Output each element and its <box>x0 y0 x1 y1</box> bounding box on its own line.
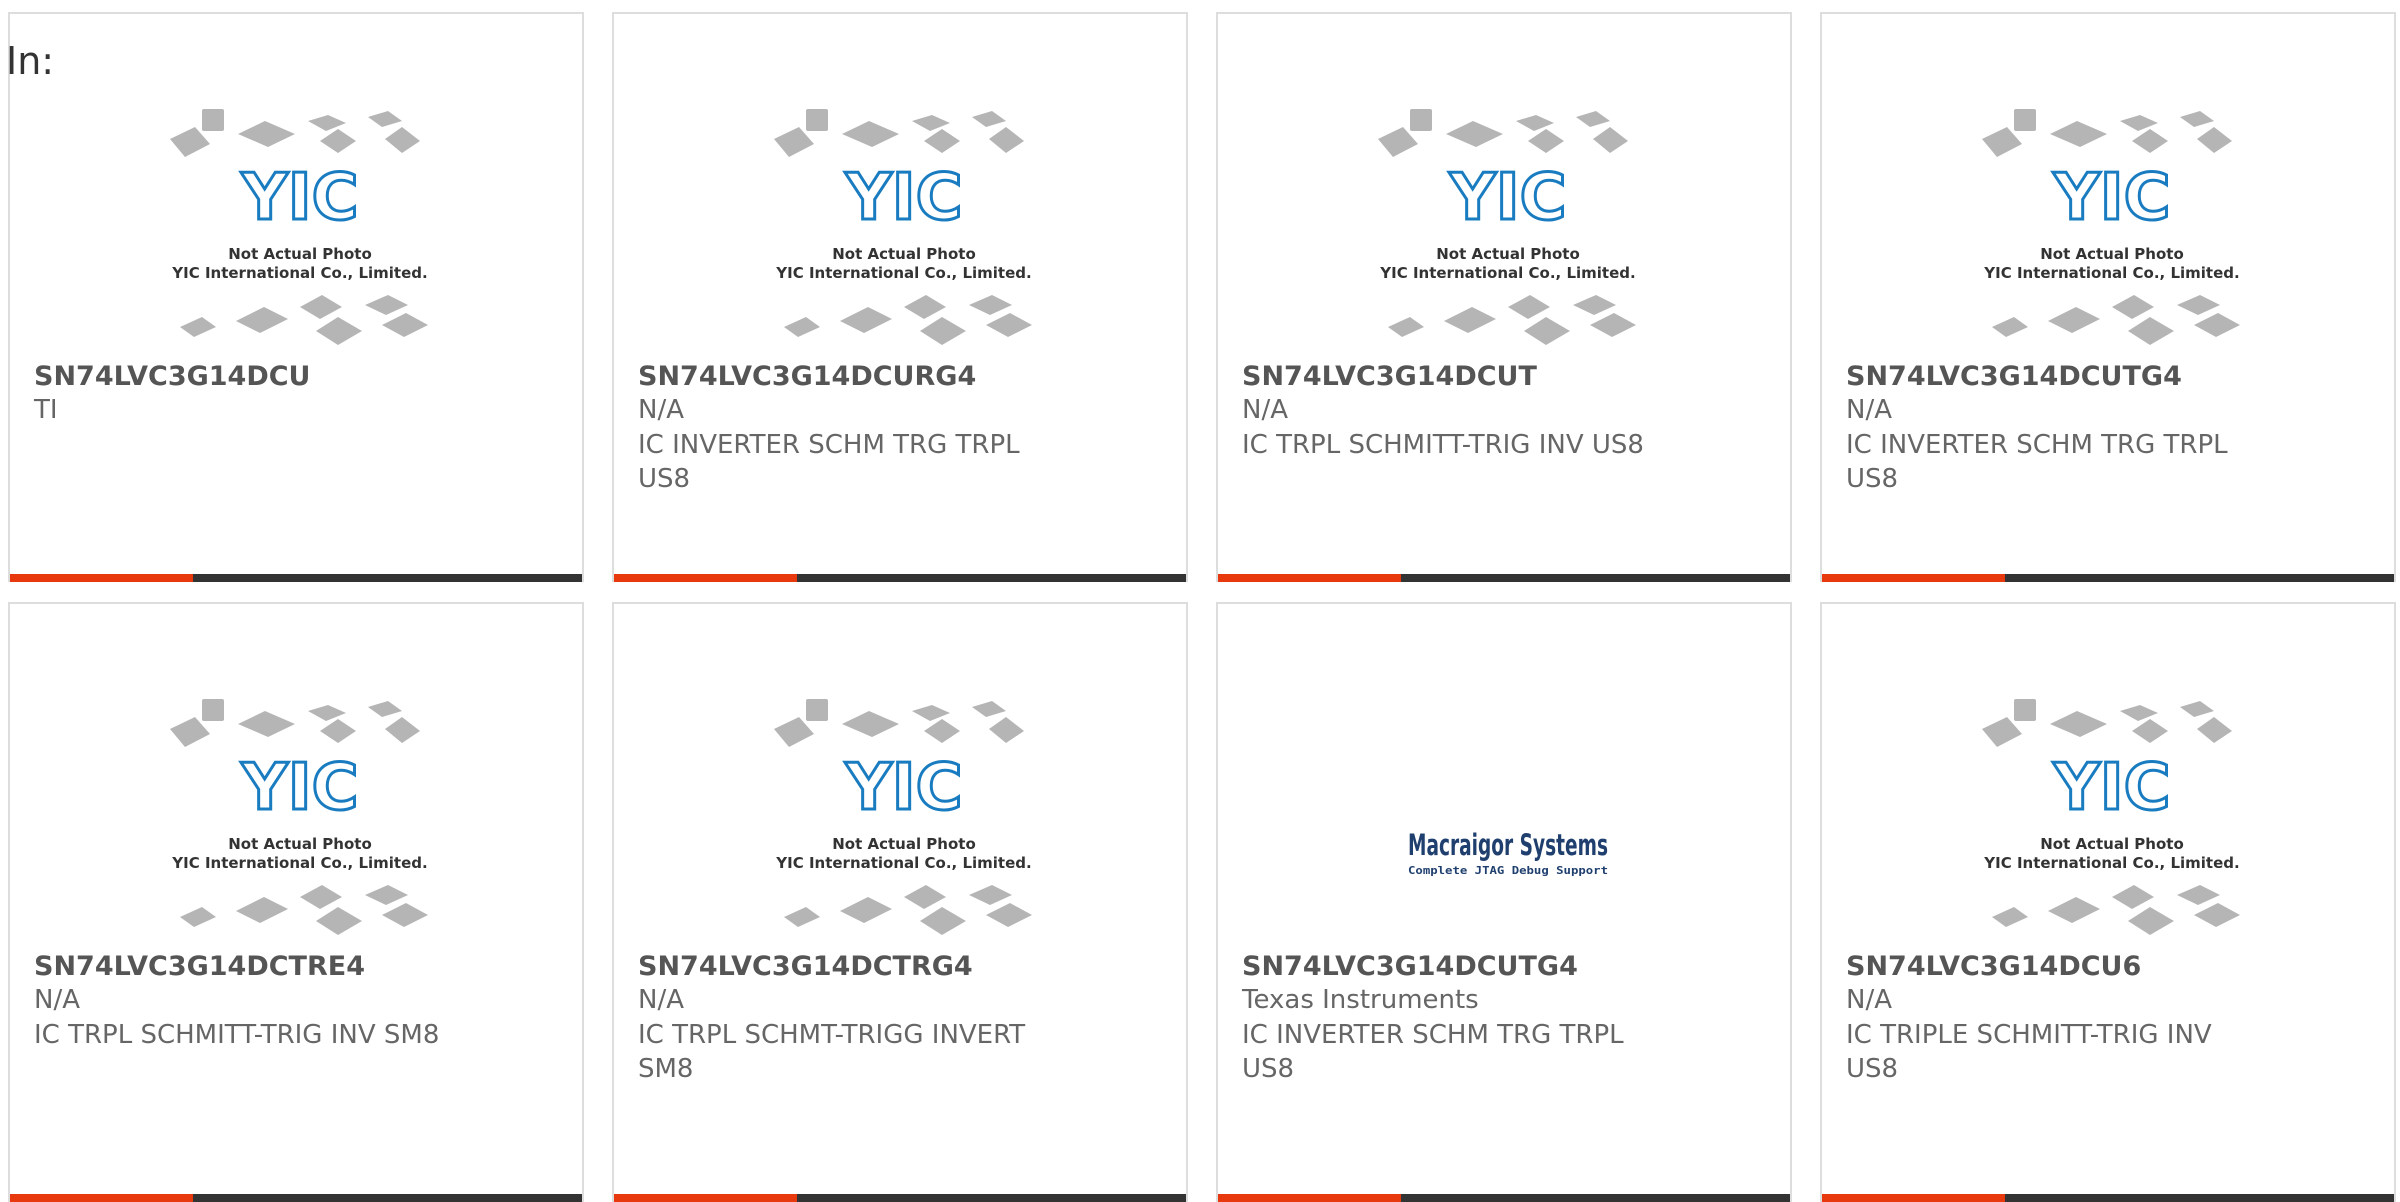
manufacturer: N/A <box>1242 395 1288 425</box>
manufacturer: N/A <box>34 985 80 1015</box>
manufacturer: N/A <box>638 395 684 425</box>
product-card[interactable]: YIC Not Actual Photo YIC International C… <box>8 12 584 582</box>
part-number[interactable]: SN74LVC3G14DCUTG4 <box>1846 359 2182 394</box>
card-bottom-bar <box>10 1194 582 1202</box>
yic-logo-text: YIC <box>2052 751 2170 825</box>
yic-logo-text: YIC <box>844 161 962 235</box>
card-bottom-bar <box>1218 1194 1790 1202</box>
product-image-yic-placeholder[interactable]: YIC Not Actual Photo YIC International C… <box>1358 99 1658 364</box>
description: IC INVERTER SCHM TRG TRPL US8 <box>1846 430 2228 494</box>
yic-logo-text: YIC <box>844 751 962 825</box>
yic-logo-text: YIC <box>1448 161 1566 235</box>
part-number[interactable]: SN74LVC3G14DCU <box>34 359 311 394</box>
description: IC TRIPLE SCHMITT-TRIG INV US8 <box>1846 1020 2212 1084</box>
product-image-macraigor-logo[interactable]: Macraigor Systems Complete JTAG Debug Su… <box>1358 689 1658 954</box>
card-bottom-bar <box>10 574 582 582</box>
manufacturer: N/A <box>1846 985 1892 1015</box>
caption-line2: YIC International Co., Limited. <box>1379 264 1635 282</box>
card-accent-bar <box>1218 1194 1401 1202</box>
description: IC TRPL SCHMITT-TRIG INV US8 <box>1242 430 1644 460</box>
caption-line2: YIC International Co., Limited. <box>775 264 1031 282</box>
description: IC INVERTER SCHM TRG TRPL US8 <box>1242 1020 1624 1084</box>
part-number[interactable]: SN74LVC3G14DCUT <box>1242 359 1537 394</box>
product-image-yic-placeholder[interactable]: YIC Not Actual Photo YIC International C… <box>150 99 450 364</box>
description: IC TRPL SCHMITT-TRIG INV SM8 <box>34 1020 440 1050</box>
card-accent-bar <box>1822 1194 2005 1202</box>
macraigor-logo-text: Macraigor Systems <box>1408 828 1608 862</box>
caption-line1: Not Actual Photo <box>228 245 372 263</box>
card-bottom-bar <box>1822 574 2394 582</box>
caption-line1: Not Actual Photo <box>832 245 976 263</box>
product-card[interactable]: YIC Not Actual Photo YIC International C… <box>1820 602 2396 1202</box>
caption-line1: Not Actual Photo <box>2040 245 2184 263</box>
card-accent-bar <box>1822 574 2005 582</box>
part-number[interactable]: SN74LVC3G14DCURG4 <box>638 359 976 394</box>
caption-line1: Not Actual Photo <box>832 835 976 853</box>
product-image-yic-placeholder[interactable]: YIC Not Actual Photo YIC International C… <box>754 99 1054 364</box>
description: IC TRPL SCHMT-TRIGG INVERT SM8 <box>638 1020 1026 1084</box>
caption-line2: YIC International Co., Limited. <box>775 854 1031 872</box>
part-number[interactable]: SN74LVC3G14DCTRE4 <box>34 949 365 984</box>
yic-logo-text: YIC <box>2052 161 2170 235</box>
product-image-yic-placeholder[interactable]: YIC Not Actual Photo YIC International C… <box>1962 689 2262 954</box>
product-card[interactable]: YIC Not Actual Photo YIC International C… <box>8 602 584 1202</box>
caption-line2: YIC International Co., Limited. <box>1983 264 2239 282</box>
caption-line2: YIC International Co., Limited. <box>171 854 427 872</box>
caption-line2: YIC International Co., Limited. <box>1983 854 2239 872</box>
card-accent-bar <box>10 574 193 582</box>
card-bottom-bar <box>614 1194 1186 1202</box>
part-number[interactable]: SN74LVC3G14DCU6 <box>1846 949 2141 984</box>
card-accent-bar <box>1218 574 1401 582</box>
card-accent-bar <box>10 1194 193 1202</box>
card-bottom-bar <box>614 574 1186 582</box>
product-card[interactable]: YIC Not Actual Photo YIC International C… <box>1820 12 2396 582</box>
product-card[interactable]: YIC Not Actual Photo YIC International C… <box>1216 12 1792 582</box>
caption-line2: YIC International Co., Limited. <box>171 264 427 282</box>
caption-line1: Not Actual Photo <box>228 835 372 853</box>
product-image-yic-placeholder[interactable]: YIC Not Actual Photo YIC International C… <box>1962 99 2262 364</box>
product-image-yic-placeholder[interactable]: YIC Not Actual Photo YIC International C… <box>754 689 1054 954</box>
yic-logo-text: YIC <box>240 161 358 235</box>
filter-label: In: <box>6 39 55 83</box>
manufacturer: N/A <box>1846 395 1892 425</box>
part-number[interactable]: SN74LVC3G14DCUTG4 <box>1242 949 1578 984</box>
caption-line1: Not Actual Photo <box>2040 835 2184 853</box>
yic-logo-text: YIC <box>240 751 358 825</box>
card-accent-bar <box>614 1194 797 1202</box>
card-bottom-bar <box>1822 1194 2394 1202</box>
product-card[interactable]: YIC Not Actual Photo YIC International C… <box>612 12 1188 582</box>
product-image-yic-placeholder[interactable]: YIC Not Actual Photo YIC International C… <box>150 689 450 954</box>
product-card[interactable]: Macraigor Systems Complete JTAG Debug Su… <box>1216 602 1792 1202</box>
caption-line1: Not Actual Photo <box>1436 245 1580 263</box>
part-number[interactable]: SN74LVC3G14DCTRG4 <box>638 949 973 984</box>
card-accent-bar <box>614 574 797 582</box>
manufacturer: TI <box>34 395 58 425</box>
card-bottom-bar <box>1218 574 1790 582</box>
description: IC INVERTER SCHM TRG TRPL US8 <box>638 430 1020 494</box>
manufacturer: N/A <box>638 985 684 1015</box>
manufacturer: Texas Instruments <box>1242 985 1479 1015</box>
product-card[interactable]: YIC Not Actual Photo YIC International C… <box>612 602 1188 1202</box>
macraigor-tagline: Complete JTAG Debug Support <box>1408 864 1608 877</box>
